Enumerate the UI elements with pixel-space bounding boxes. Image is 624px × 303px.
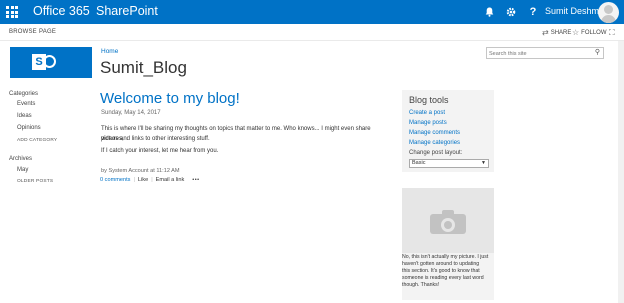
tab-browse[interactable]: BROWSE xyxy=(9,29,37,35)
nav-item-events[interactable]: Events xyxy=(17,101,35,107)
like-link[interactable]: Like xyxy=(138,177,148,183)
add-category-link[interactable]: ADD CATEGORY xyxy=(17,138,57,143)
post-actions: 0 comments | Like | Email a link ••• xyxy=(100,177,200,183)
post-date: Sunday, May 14, 2017 xyxy=(101,110,161,116)
help-icon[interactable]: ? xyxy=(522,0,544,24)
post-byline: by System Account at 11:12 AM xyxy=(101,168,180,174)
comments-link[interactable]: 0 comments xyxy=(100,177,130,183)
profile-description: No, this isn't actually my picture. I ju… xyxy=(402,254,494,289)
post-body-line: videos and links to other interesting st… xyxy=(101,136,210,142)
gear-icon[interactable] xyxy=(500,0,522,24)
nav-item-may[interactable]: May xyxy=(17,167,28,173)
profile-text-line: someone is reading every last word xyxy=(402,275,484,281)
share-label: SHARE xyxy=(550,29,572,36)
nav-heading-archives[interactable]: Archives xyxy=(9,156,32,162)
manage-posts-link[interactable]: Manage posts xyxy=(409,120,447,126)
search-input[interactable] xyxy=(489,49,589,58)
suite-bar: Office 365 SharePoint ? Sumit Deshmukh xyxy=(0,0,624,24)
post-layout-select[interactable]: Basic ▼ xyxy=(409,159,489,168)
focus-on-content-button[interactable]: ⛶ xyxy=(609,28,615,38)
office365-brand[interactable]: Office 365 xyxy=(33,4,90,18)
chevron-down-icon: ▼ xyxy=(481,160,486,166)
camera-icon xyxy=(430,210,466,234)
more-options-icon[interactable]: ••• xyxy=(184,177,199,183)
avatar[interactable] xyxy=(598,2,619,23)
post-title[interactable]: Welcome to my blog! xyxy=(100,90,240,107)
older-posts-link[interactable]: OLDER POSTS xyxy=(17,179,53,184)
breadcrumb-home[interactable]: Home xyxy=(101,48,118,55)
separator: | xyxy=(151,177,153,183)
email-link[interactable]: Email a link xyxy=(156,177,185,183)
nav-item-ideas[interactable]: Ideas xyxy=(17,113,32,119)
create-post-link[interactable]: Create a post xyxy=(409,110,445,116)
post-body-line: If I catch your interest, let me hear fr… xyxy=(101,148,219,154)
profile-photo-placeholder xyxy=(402,188,494,253)
nav-item-opinions[interactable]: Opinions xyxy=(17,125,41,131)
follow-button[interactable]: ☆ FOLLOW xyxy=(572,28,607,37)
ribbon: BROWSE PAGE ⇄ SHARE ☆ FOLLOW ⛶ xyxy=(0,24,624,41)
manage-comments-link[interactable]: Manage comments xyxy=(409,130,460,136)
vertical-scrollbar[interactable] xyxy=(618,41,624,303)
blog-tools-title: Blog tools xyxy=(409,95,449,105)
share-icon: ⇄ xyxy=(542,28,549,37)
site-logo[interactable]: S xyxy=(10,47,92,78)
bell-icon[interactable] xyxy=(478,0,500,24)
tab-page[interactable]: PAGE xyxy=(39,29,56,35)
profile-text-line: No, this isn't actually my picture. I ju… xyxy=(402,254,489,260)
profile-text-line: though. Thanks! xyxy=(402,282,440,288)
separator: | xyxy=(133,177,135,183)
fullscreen-icon: ⛶ xyxy=(609,28,615,37)
star-icon: ☆ xyxy=(572,28,580,37)
profile-text-line: this section. It's good to know that xyxy=(402,268,480,274)
profile-card: No, this isn't actually my picture. I ju… xyxy=(402,188,494,300)
share-button[interactable]: ⇄ SHARE xyxy=(542,28,571,37)
sharepoint-app-name[interactable]: SharePoint xyxy=(96,4,158,18)
post-layout-label: Change post layout: xyxy=(409,150,463,156)
blog-tools-panel: Blog tools Create a post Manage posts Ma… xyxy=(402,90,494,172)
follow-label: FOLLOW xyxy=(581,29,607,36)
search-box[interactable]: ⚲ xyxy=(486,47,604,59)
waffle-icon[interactable] xyxy=(0,0,24,24)
profile-text-line: haven't gotten around to updating xyxy=(402,261,480,267)
post-layout-value: Basic xyxy=(412,160,426,166)
nav-heading-categories[interactable]: Categories xyxy=(9,91,38,97)
search-icon[interactable]: ⚲ xyxy=(595,48,600,56)
page-title[interactable]: Sumit_Blog xyxy=(100,58,187,78)
manage-categories-link[interactable]: Manage categories xyxy=(409,140,460,146)
